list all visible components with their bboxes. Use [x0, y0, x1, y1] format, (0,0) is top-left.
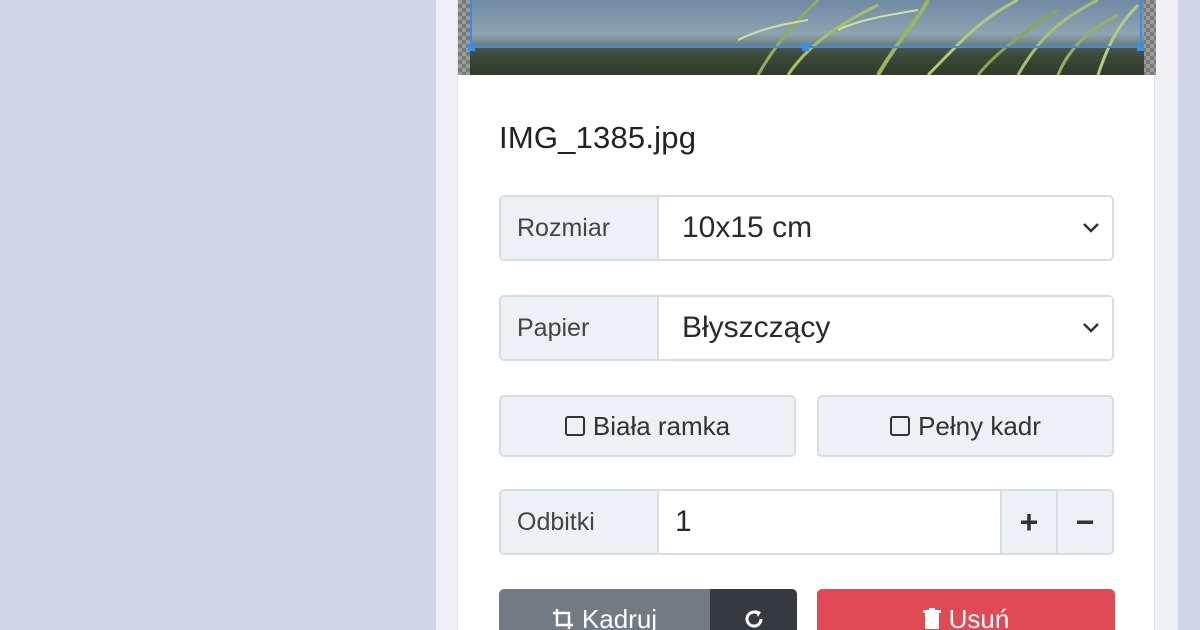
- trash-icon: [922, 608, 941, 629]
- size-select[interactable]: 10x15 cm: [659, 197, 1112, 259]
- photo-card: IMG_1385.jpg Rozmiar 10x15 cm Papier Bły…: [457, 0, 1156, 630]
- size-select-group: Rozmiar 10x15 cm: [499, 195, 1114, 261]
- quantity-plus-button[interactable]: +: [1000, 491, 1056, 553]
- size-label: Rozmiar: [501, 197, 659, 259]
- checkbox-icon: [890, 416, 911, 436]
- white-border-toggle[interactable]: Biała ramka: [499, 395, 796, 457]
- crop-handle: [1137, 44, 1144, 51]
- crop-button-label: Kadruj: [581, 603, 658, 630]
- crop-handle: [468, 44, 475, 51]
- photo-image: [458, 0, 1156, 75]
- quantity-group: Odbitki 1 + −: [499, 489, 1114, 555]
- crop-button[interactable]: Kadruj: [499, 589, 710, 630]
- photo-preview[interactable]: [458, 0, 1156, 75]
- full-frame-label: Pełny kadr: [918, 410, 1041, 441]
- delete-button[interactable]: Usuń: [817, 589, 1115, 630]
- paper-label: Papier: [501, 297, 659, 359]
- full-frame-toggle[interactable]: Pełny kadr: [817, 395, 1114, 457]
- paper-select[interactable]: Błyszczący: [659, 297, 1112, 359]
- rotate-icon: [745, 610, 763, 628]
- quantity-minus-button[interactable]: −: [1056, 491, 1112, 553]
- chevron-down-icon: [1083, 223, 1099, 233]
- size-select-value: 10x15 cm: [682, 211, 813, 244]
- quantity-label: Odbitki: [501, 491, 659, 553]
- paper-select-value: Błyszczący: [682, 311, 831, 344]
- white-border-label: Biała ramka: [592, 410, 731, 441]
- photo-filename: IMG_1385.jpg: [499, 120, 697, 155]
- rotate-button[interactable]: [710, 589, 797, 630]
- delete-button-label: Usuń: [948, 603, 1010, 630]
- quantity-input[interactable]: 1: [659, 491, 1000, 553]
- chevron-down-icon: [1083, 323, 1099, 333]
- crop-icon: [552, 609, 573, 629]
- checkbox-icon: [564, 416, 585, 436]
- paper-select-group: Papier Błyszczący: [499, 295, 1114, 361]
- crop-handle: [802, 44, 809, 51]
